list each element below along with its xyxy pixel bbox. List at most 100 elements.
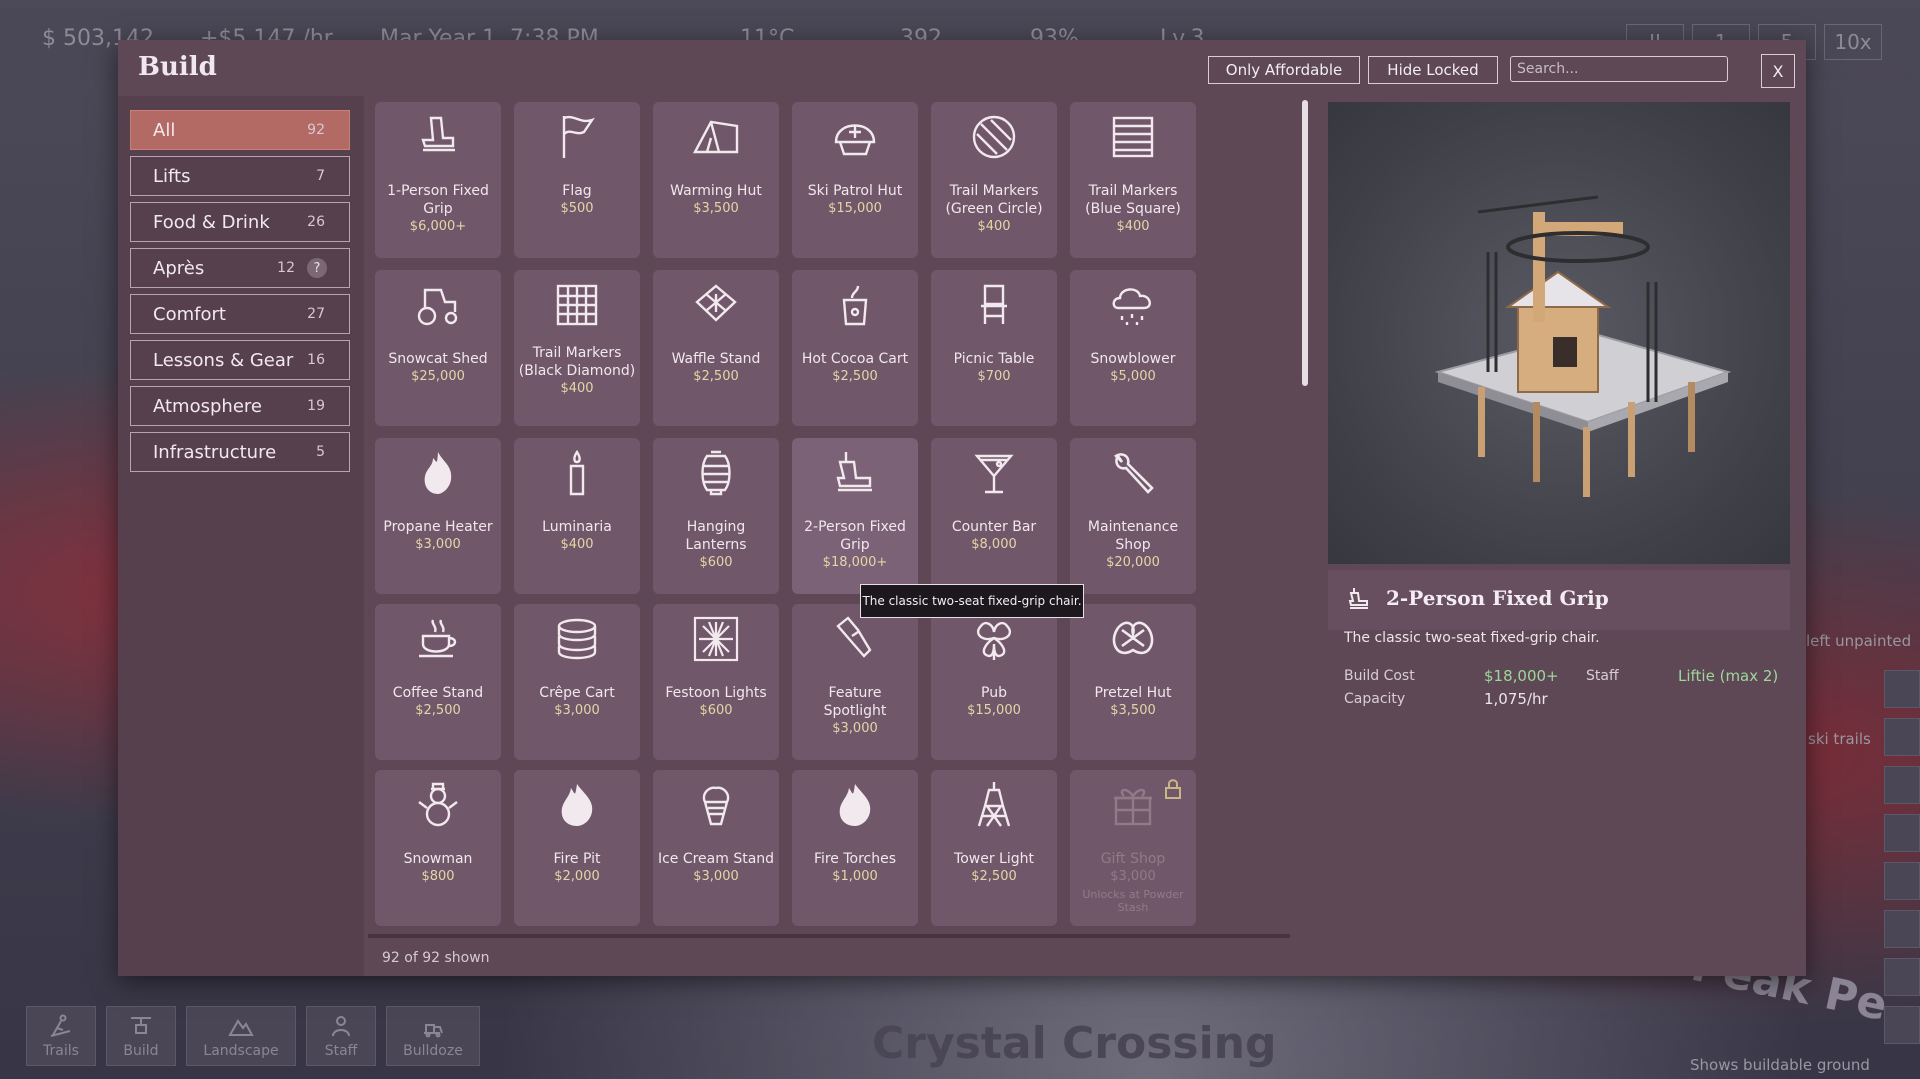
build-item-trail-markers-blue[interactable]: Trail Markers (Blue Square) $400 [1070,102,1196,258]
tractor-icon [417,288,458,326]
skier-icon [50,1014,71,1037]
build-item-snowblower[interactable]: Snowblower $5,000 [1070,270,1196,426]
staff-button[interactable]: Staff [306,1006,376,1066]
category-food-drink[interactable]: Food & Drink 26 [130,202,350,242]
build-item-ski-patrol-hut[interactable]: Ski Patrol Hut $15,000 [792,102,918,258]
side-tool-4[interactable] [1884,814,1920,852]
build-item-tower-light[interactable]: Tower Light $2,500 [931,770,1057,926]
build-item-crepe-cart[interactable]: Crêpe Cart $3,000 [514,604,640,760]
bulldoze-button[interactable]: Bulldoze [386,1006,480,1066]
item-price: $6,000+ [409,219,467,234]
build-item-feature-spotlight[interactable]: Feature Spotlight $3,000 [792,604,918,760]
side-tool-2[interactable] [1884,718,1920,756]
category-lessons-gear[interactable]: Lessons & Gear 16 [130,340,350,380]
build-item-festoon-lights[interactable]: Festoon Lights $600 [653,604,779,760]
green-circle-marker-icon [972,115,1016,159]
item-name: Festoon Lights [665,685,767,701]
build-item-trail-markers-green[interactable]: Trail Markers (Green Circle) $400 [931,102,1057,258]
flame-icon [424,452,452,494]
help-icon[interactable]: ? [307,258,327,278]
build-item-2-person-fixed-grip[interactable]: 2-Person Fixed Grip $18,000+ [792,438,918,594]
item-tooltip: The classic two-seat fixed-grip chair. [860,584,1084,618]
category-atmosphere[interactable]: Atmosphere 19 [130,386,350,426]
category-comfort[interactable]: Comfort 27 [130,294,350,334]
trails-button[interactable]: Trails [26,1006,96,1066]
build-item-trail-markers-black[interactable]: Trail Markers (Black Diamond) $400 [514,270,640,426]
build-button[interactable]: Build [106,1006,176,1066]
build-item-1-person-fixed-grip[interactable]: 1-Person Fixed Grip $6,000+ [375,102,501,258]
landscape-button[interactable]: Landscape [186,1006,296,1066]
item-price: $3,500 [1110,703,1156,718]
build-item-pub[interactable]: Pub $15,000 [931,604,1057,760]
build-item-coffee-stand[interactable]: Coffee Stand $2,500 [375,604,501,760]
chairlift-double-icon [1348,588,1368,609]
flag-icon [562,115,595,158]
grid-scrollbar[interactable] [1302,100,1308,386]
item-name: Fire Pit [553,851,601,867]
item-price: $2,500 [415,703,461,718]
item-name: Trail Markers (Green Circle) [945,183,1043,217]
build-item-counter-bar[interactable]: Counter Bar $8,000 [931,438,1057,594]
hide-locked-button[interactable]: Hide Locked [1368,56,1498,84]
close-button[interactable]: X [1761,54,1795,88]
side-tool-3[interactable] [1884,766,1920,804]
category-count: 19 [307,398,325,414]
lock-icon [1165,779,1181,799]
side-tool-7[interactable] [1884,958,1920,996]
blue-square-marker-icon [1112,116,1154,158]
item-name: Ice Cream Stand [657,851,775,867]
lift-station-model-illustration [1434,195,1732,497]
item-price: $400 [977,219,1011,234]
build-item-warming-hut[interactable]: Warming Hut $3,500 [653,102,779,258]
build-item-hot-cocoa-cart[interactable]: Hot Cocoa Cart $2,500 [792,270,918,426]
build-item-flag[interactable]: Flag $500 [514,102,640,258]
item-price: $2,500 [832,369,878,384]
item-price: $400 [560,381,594,396]
category-lifts[interactable]: Lifts 7 [130,156,350,196]
item-price: $2,000 [554,869,600,884]
category-list: All 92 Lifts 7 Food & Drink 26 Après 12 … [118,96,364,976]
chairlift-icon [131,1017,151,1034]
item-price: $700 [977,369,1011,384]
category-apres[interactable]: Après 12 ? [130,248,350,288]
category-infrastructure[interactable]: Infrastructure 5 [130,432,350,472]
build-item-gift-shop[interactable]: Gift Shop $3,000 Unlocks at Powder Stash [1070,770,1196,926]
build-item-hanging-lanterns[interactable]: Hanging Lanterns $600 [653,438,779,594]
side-tool-6[interactable] [1884,910,1920,948]
build-item-propane-heater[interactable]: Propane Heater $3,000 [375,438,501,594]
only-affordable-button[interactable]: Only Affordable [1208,56,1360,84]
item-price: $3,000 [832,721,878,736]
item-name: Warming Hut [670,183,762,199]
staff-value: Liftie (max 2) [1678,667,1779,685]
item-price: $5,000 [1110,369,1156,384]
item-name: Waffle Stand [671,351,761,367]
clover-icon [976,621,1012,660]
flashlight-icon [836,616,872,658]
search-input[interactable]: Search... [1510,56,1728,82]
side-tool-1[interactable] [1884,670,1920,708]
build-item-ice-cream-stand[interactable]: Ice Cream Stand $3,000 [653,770,779,926]
item-name: Picnic Table [953,351,1035,367]
item-price: $3,000 [1110,869,1156,884]
item-price: $600 [699,703,733,718]
item-name: 1-Person Fixed Grip [387,183,489,217]
build-item-fire-pit[interactable]: Fire Pit $2,000 [514,770,640,926]
category-all[interactable]: All 92 [130,110,350,150]
speed-10-button[interactable]: 10x [1824,24,1882,60]
item-name: Pretzel Hut [1094,685,1172,701]
build-item-picnic-table[interactable]: Picnic Table $700 [931,270,1057,426]
build-item-waffle-stand[interactable]: Waffle Stand $2,500 [653,270,779,426]
build-item-fire-torches[interactable]: Fire Torches $1,000 [792,770,918,926]
side-tool-5[interactable] [1884,862,1920,900]
side-tool-8[interactable] [1884,1006,1920,1044]
build-item-maintenance-shop[interactable]: Maintenance Shop $20,000 [1070,438,1196,594]
black-diamond-marker-icon [556,284,598,326]
build-item-pretzel-hut[interactable]: Pretzel Hut $3,500 [1070,604,1196,760]
build-item-snowman[interactable]: Snowman $800 [375,770,501,926]
build-item-snowcat-shed[interactable]: Snowcat Shed $25,000 [375,270,501,426]
item-name: Luminaria [542,519,612,535]
item-name: Snowman [403,851,473,867]
build-item-luminaria[interactable]: Luminaria $400 [514,438,640,594]
category-count: 7 [316,168,325,184]
cocoa-cup-icon [842,285,868,326]
